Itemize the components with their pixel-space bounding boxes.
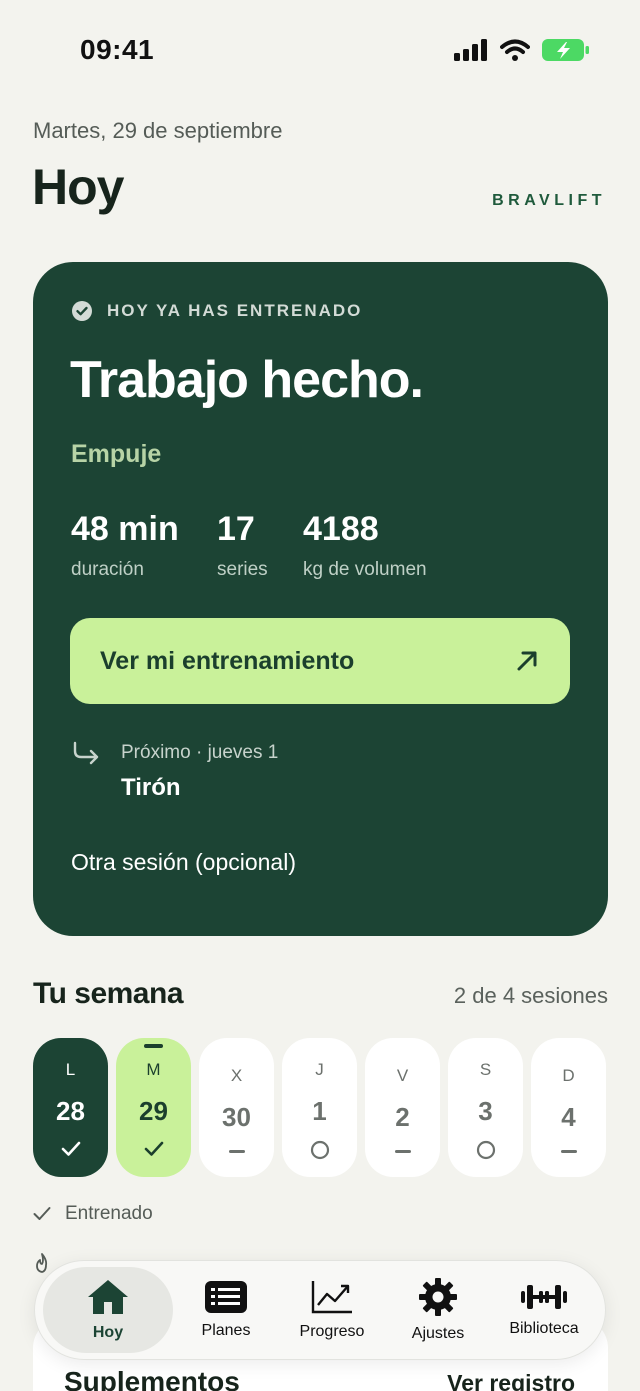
- check-circle-icon: [72, 301, 92, 321]
- day-letter: S: [479, 1060, 492, 1079]
- wifi-icon: [500, 39, 530, 61]
- tab-label: Biblioteca: [509, 1320, 579, 1337]
- optional-session-link[interactable]: Otra sesión (opcional): [71, 849, 296, 876]
- view-log-link[interactable]: Ver registro: [447, 1370, 575, 1391]
- tab-label: Progreso: [299, 1323, 365, 1340]
- gear-icon: [419, 1278, 457, 1316]
- stat-value: 4188: [303, 510, 379, 548]
- tab-bar: Hoy Planes Progreso Ajustes Biblioteca: [34, 1260, 606, 1360]
- chart-icon: [311, 1281, 352, 1314]
- workout-summary-card: HOY YA HAS ENTRENADO Trabajo hecho. Empu…: [33, 262, 608, 936]
- return-arrow-icon: [73, 741, 99, 765]
- check-icon: [33, 1207, 51, 1220]
- week-title: Tu semana: [33, 977, 184, 1010]
- arrow-up-right-icon: [517, 651, 537, 671]
- week-session-count: 2 de 4 sesiones: [453, 983, 608, 1008]
- status-bar: 09:41: [0, 0, 640, 100]
- page-title: Hoy: [32, 159, 124, 215]
- list-icon: [205, 1281, 247, 1313]
- day-number: 28: [56, 1096, 85, 1126]
- day-tuesday[interactable]: M 29: [116, 1038, 191, 1177]
- stat-duration: 48 min duración: [71, 510, 217, 581]
- stat-value: 17: [217, 510, 255, 548]
- check-icon: [33, 1140, 108, 1158]
- workout-type: Empuje: [71, 440, 162, 468]
- supplements-title: Suplementos: [64, 1366, 240, 1391]
- flame-icon: [36, 1253, 48, 1273]
- battery-charging-icon: [542, 39, 589, 61]
- date-label: Martes, 29 de septiembre: [33, 118, 283, 143]
- completed-badge: HOY YA HAS ENTRENADO: [71, 300, 362, 322]
- tab-label: Ajustes: [411, 1325, 465, 1342]
- rest-dash-icon: [199, 1150, 274, 1154]
- stat-value: 48 min: [71, 510, 179, 548]
- legend-label: Entrenado: [65, 1203, 153, 1224]
- tab-label: Hoy: [92, 1324, 124, 1341]
- stat-label: series: [217, 559, 268, 580]
- day-number: 2: [395, 1102, 410, 1132]
- stat-series: 17 series: [217, 510, 303, 581]
- today-indicator: [144, 1044, 163, 1048]
- stat-volume: 4188 kg de volumen: [303, 510, 427, 581]
- day-friday[interactable]: V 2: [365, 1038, 440, 1177]
- day-saturday[interactable]: S 3: [448, 1038, 523, 1177]
- planned-circle-icon: [282, 1140, 357, 1160]
- dumbbell-icon: [521, 1285, 567, 1309]
- day-letter: M: [146, 1060, 161, 1079]
- day-number: 4: [561, 1102, 576, 1132]
- day-letter: V: [396, 1066, 409, 1085]
- workout-stats: 48 min duración 17 series 4188 kg de vol…: [71, 510, 427, 581]
- day-thursday[interactable]: J 1: [282, 1038, 357, 1177]
- stat-label: kg de volumen: [303, 559, 427, 580]
- legend-trained: Entrenado: [33, 1203, 153, 1225]
- view-workout-button[interactable]: Ver mi entrenamiento: [70, 618, 570, 704]
- day-number: 30: [222, 1102, 251, 1132]
- completed-badge-label: HOY YA HAS ENTRENADO: [107, 301, 363, 320]
- day-monday[interactable]: L 28: [33, 1038, 108, 1177]
- day-letter: D: [562, 1066, 575, 1085]
- day-letter: L: [65, 1060, 76, 1079]
- day-number: 3: [478, 1096, 493, 1126]
- day-number: 29: [139, 1096, 168, 1126]
- day-number: 1: [312, 1096, 327, 1126]
- status-icons: [454, 38, 590, 62]
- day-sunday[interactable]: D 4: [531, 1038, 606, 1177]
- rest-dash-icon: [365, 1150, 440, 1154]
- check-icon: [116, 1140, 191, 1158]
- tab-ajustes[interactable]: Ajustes: [385, 1267, 491, 1353]
- tab-hoy[interactable]: Hoy: [43, 1267, 173, 1353]
- week-days: L 28 M 29 X 30 J 1 V 2 S 3 D 4: [33, 1038, 606, 1177]
- tab-progreso[interactable]: Progreso: [279, 1267, 385, 1353]
- day-wednesday[interactable]: X 30: [199, 1038, 274, 1177]
- next-workout-date: Próximo · jueves 1: [121, 742, 279, 763]
- hero-title: Trabajo hecho.: [70, 351, 424, 409]
- tab-label: Planes: [201, 1322, 251, 1339]
- tab-planes[interactable]: Planes: [173, 1267, 279, 1353]
- rest-dash-icon: [531, 1150, 606, 1154]
- brand-logo: BRAVLIFT: [492, 192, 606, 209]
- planned-circle-icon: [448, 1140, 523, 1160]
- day-letter: X: [230, 1066, 243, 1085]
- stat-label: duración: [71, 559, 144, 580]
- view-workout-label: Ver mi entrenamiento: [100, 646, 355, 675]
- tab-biblioteca[interactable]: Biblioteca: [491, 1267, 597, 1353]
- day-letter: J: [315, 1060, 324, 1079]
- home-icon: [88, 1280, 128, 1314]
- status-time: 09:41: [80, 34, 155, 65]
- next-workout-name: Tirón: [121, 774, 181, 801]
- signal-icon: [454, 39, 487, 61]
